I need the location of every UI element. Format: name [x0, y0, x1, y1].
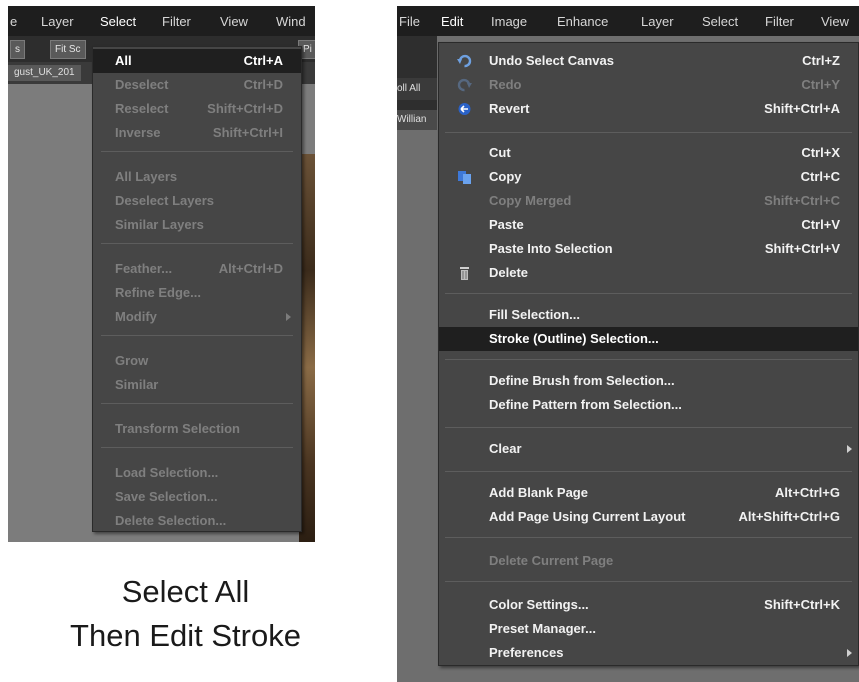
menu-separator: [445, 427, 852, 428]
menu-item-delete-current-page[interactable]: Delete Current Page: [439, 549, 858, 573]
select-menu: All Ctrl+A Deselect Ctrl+D Reselect Shift+C…: [92, 46, 302, 532]
menu-item-inverse[interactable]: Inverse Shift+Ctrl+I: [93, 121, 301, 145]
menu-enhance[interactable]: Enhance: [557, 14, 608, 29]
menu-item-preset-manager[interactable]: Preset Manager...: [439, 617, 858, 641]
caption-line-1: Select All: [121, 574, 250, 609]
menu-file-partial[interactable]: e: [10, 14, 17, 29]
copy-icon: [458, 171, 471, 184]
left-screenshot: e Layer Select Filter View Wind s Fit Sc…: [8, 6, 315, 542]
menu-item-deselect-layers[interactable]: Deselect Layers: [93, 189, 301, 213]
menu-item-refine-edge[interactable]: Refine Edge...: [93, 281, 301, 305]
menu-item-define-pattern[interactable]: Define Pattern from Selection...: [439, 393, 858, 417]
menu-edit[interactable]: Edit: [441, 14, 463, 29]
submenu-arrow-icon: [847, 445, 852, 453]
menu-separator: [101, 243, 293, 244]
submenu-arrow-icon: [286, 313, 291, 321]
menu-select[interactable]: Select: [702, 14, 738, 29]
menu-item-define-brush[interactable]: Define Brush from Selection...: [439, 369, 858, 393]
scroll-all-label: oll All: [397, 83, 421, 94]
menu-item-all[interactable]: All Ctrl+A: [93, 49, 301, 73]
menu-separator: [101, 151, 293, 152]
menu-separator: [445, 581, 852, 582]
menu-item-clear[interactable]: Clear: [439, 437, 858, 461]
menu-item-redo[interactable]: Redo Ctrl+Y: [439, 73, 858, 97]
undo-icon: [457, 54, 472, 68]
submenu-arrow-icon: [847, 649, 852, 657]
menu-filter[interactable]: Filter: [162, 14, 191, 29]
menu-separator: [445, 537, 852, 538]
menu-filter[interactable]: Filter: [765, 14, 794, 29]
menu-view[interactable]: View: [821, 14, 849, 29]
menu-bar: File Edit Image Enhance Layer Select Fil…: [397, 6, 859, 36]
toolbar-button[interactable]: s: [10, 40, 25, 59]
menu-item-similar-layers[interactable]: Similar Layers: [93, 213, 301, 237]
document-tab[interactable]: Willian: [397, 110, 437, 130]
menu-item-undo[interactable]: Undo Select Canvas Ctrl+Z: [439, 49, 858, 73]
menu-item-delete[interactable]: Delete: [439, 261, 858, 285]
menu-item-add-blank-page[interactable]: Add Blank Page Alt+Ctrl+G: [439, 481, 858, 505]
document-tab[interactable]: gust_UK_201: [8, 65, 81, 81]
scroll-all-option[interactable]: oll All: [397, 78, 437, 100]
menu-separator: [445, 359, 852, 360]
trash-icon: [460, 267, 469, 280]
menu-item-cut[interactable]: Cut Ctrl+X: [439, 141, 858, 165]
menu-select[interactable]: Select: [100, 14, 136, 29]
menu-item-fill-selection[interactable]: Fill Selection...: [439, 303, 858, 327]
menu-bar: e Layer Select Filter View Wind: [8, 6, 315, 36]
menu-item-modify[interactable]: Modify: [93, 305, 301, 329]
menu-item-paste[interactable]: Paste Ctrl+V: [439, 213, 858, 237]
menu-file[interactable]: File: [399, 14, 420, 29]
caption-line-2: Then Edit Stroke: [70, 618, 301, 653]
menu-separator: [445, 132, 852, 133]
menu-separator: [101, 403, 293, 404]
options-toolbar: [397, 36, 437, 114]
menu-item-stroke-selection[interactable]: Stroke (Outline) Selection...: [439, 327, 858, 351]
caption: Select All Then Edit Stroke: [8, 570, 363, 658]
menu-item-preferences[interactable]: Preferences: [439, 641, 858, 665]
menu-window-partial[interactable]: Wind: [276, 14, 306, 29]
menu-item-transform-selection[interactable]: Transform Selection: [93, 417, 301, 441]
menu-item-paste-into-selection[interactable]: Paste Into Selection Shift+Ctrl+V: [439, 237, 858, 261]
menu-view[interactable]: View: [220, 14, 248, 29]
menu-item-grow[interactable]: Grow: [93, 349, 301, 373]
menu-item-add-page-current-layout[interactable]: Add Page Using Current Layout Alt+Shift+C…: [439, 505, 858, 529]
menu-item-copy[interactable]: Copy Ctrl+C: [439, 165, 858, 189]
menu-item-delete-selection[interactable]: Delete Selection...: [93, 509, 301, 529]
menu-layer[interactable]: Layer: [641, 14, 674, 29]
fit-screen-button[interactable]: Fit Sc: [50, 40, 86, 59]
menu-item-deselect[interactable]: Deselect Ctrl+D: [93, 73, 301, 97]
menu-image[interactable]: Image: [491, 14, 527, 29]
menu-item-similar[interactable]: Similar: [93, 373, 301, 397]
document-tab-label: Willian: [397, 114, 427, 125]
redo-icon: [457, 78, 472, 92]
menu-item-save-selection[interactable]: Save Selection...: [93, 485, 301, 509]
menu-layer[interactable]: Layer: [41, 14, 74, 29]
menu-item-reselect[interactable]: Reselect Shift+Ctrl+D: [93, 97, 301, 121]
menu-item-color-settings[interactable]: Color Settings... Shift+Ctrl+K: [439, 593, 858, 617]
menu-separator: [101, 335, 293, 336]
edit-menu: Undo Select Canvas Ctrl+Z Redo Ctrl+Y Reve…: [438, 42, 859, 666]
menu-item-feather[interactable]: Feather... Alt+Ctrl+D: [93, 257, 301, 281]
menu-item-revert[interactable]: Revert Shift+Ctrl+A: [439, 97, 858, 121]
menu-separator: [101, 447, 293, 448]
menu-item-all-layers[interactable]: All Layers: [93, 165, 301, 189]
menu-item-copy-merged[interactable]: Copy Merged Shift+Ctrl+C: [439, 189, 858, 213]
menu-separator: [445, 293, 852, 294]
menu-item-load-selection[interactable]: Load Selection...: [93, 461, 301, 485]
menu-separator: [445, 471, 852, 472]
revert-icon: [458, 103, 471, 115]
